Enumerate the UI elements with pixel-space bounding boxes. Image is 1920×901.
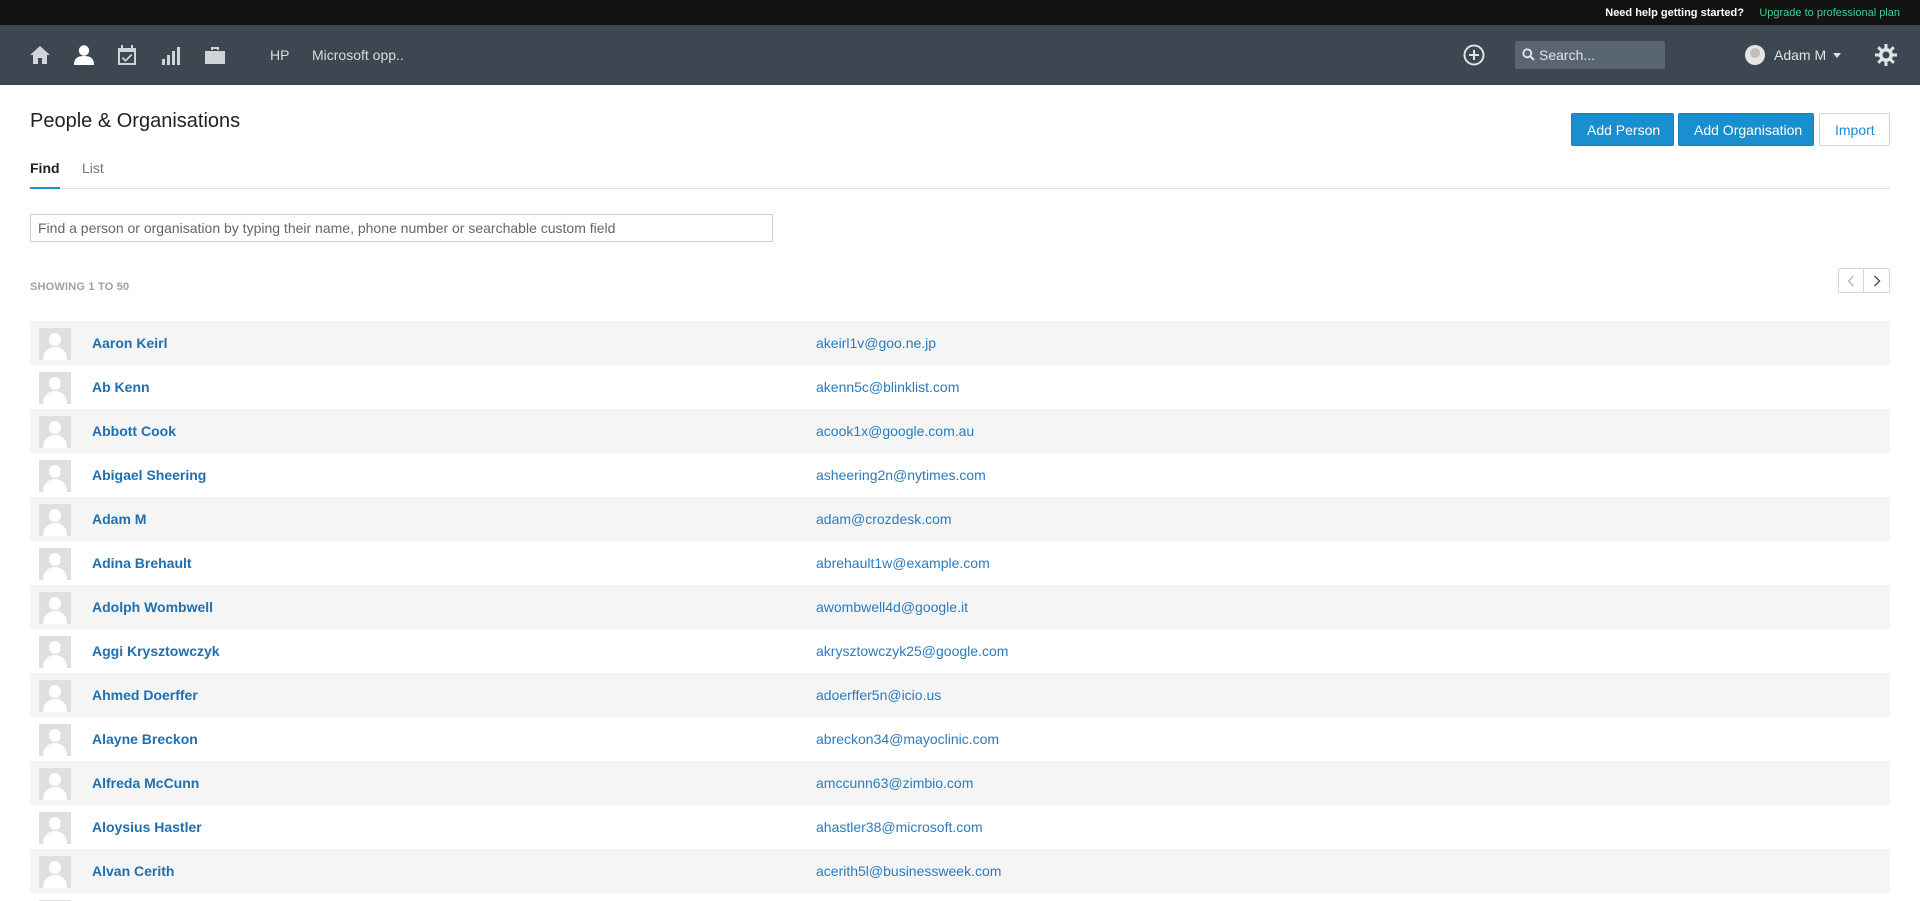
avatar — [1745, 45, 1765, 65]
list-item: Ab Kenn akenn5c@blinklist.com — [30, 365, 1890, 409]
person-email-link[interactable]: amccunn63@zimbio.com — [816, 775, 973, 791]
list-item: Aggi Krysztowczyk akrysztowczyk25@google… — [30, 629, 1890, 673]
help-text: Need help getting started? — [1605, 7, 1744, 19]
previous-page-button[interactable] — [1839, 269, 1865, 292]
person-email-link[interactable]: ahastler38@microsoft.com — [816, 819, 983, 835]
list-item: Ahmed Doerffer adoerffer5n@icio.us — [30, 673, 1890, 717]
chevron-left-icon — [1847, 274, 1855, 287]
main-navbar: HP Microsoft opp.. Adam M — [0, 25, 1920, 85]
gear-icon[interactable] — [1874, 43, 1898, 67]
results-count: SHOWING 1 TO 50 — [30, 281, 130, 293]
list-item: Aaron Keirl akeirl1v@goo.ne.jp — [30, 321, 1890, 365]
calendar-check-icon[interactable] — [115, 43, 139, 67]
find-input[interactable] — [30, 214, 773, 242]
person-name-link[interactable]: Ab Kenn — [92, 379, 150, 395]
search-icon — [1522, 48, 1535, 61]
person-name-link[interactable]: Aggi Krysztowczyk — [92, 643, 220, 659]
nav-link-microsoft-opp[interactable]: Microsoft opp.. — [312, 47, 404, 63]
person-avatar-icon — [39, 856, 71, 888]
person-name-link[interactable]: Alayne Breckon — [92, 731, 198, 747]
person-email-link[interactable]: akrysztowczyk25@google.com — [816, 643, 1008, 659]
list-item: Abigael Sheering asheering2n@nytimes.com — [30, 453, 1890, 497]
tab-bar: Find List — [30, 159, 1890, 189]
person-name-link[interactable]: Alfreda McCunn — [92, 775, 199, 791]
person-email-link[interactable]: asheering2n@nytimes.com — [816, 467, 986, 483]
people-list: Aaron Keirl akeirl1v@goo.ne.jp Ab Kenn a… — [30, 321, 1890, 901]
person-email-link[interactable]: adam@crozdesk.com — [816, 511, 952, 527]
person-email-link[interactable]: acook1x@google.com.au — [816, 423, 974, 439]
list-item: Adina Brehault abrehault1w@example.com — [30, 541, 1890, 585]
upgrade-link[interactable]: Upgrade to professional plan — [1759, 7, 1900, 19]
add-organisation-button[interactable]: Add Organisation — [1678, 113, 1814, 146]
nav-link-hp[interactable]: HP — [270, 47, 289, 63]
next-page-button[interactable] — [1864, 269, 1889, 292]
top-strip: Need help getting started? Upgrade to pr… — [0, 0, 1920, 25]
bar-chart-icon[interactable] — [159, 43, 183, 67]
person-avatar-icon — [39, 812, 71, 844]
add-person-button[interactable]: Add Person — [1571, 113, 1674, 146]
search-input[interactable] — [1539, 41, 1661, 69]
briefcase-icon[interactable] — [203, 43, 227, 67]
person-name-link[interactable]: Adam M — [92, 511, 146, 527]
list-item: Alfreda McCunn amccunn63@zimbio.com — [30, 761, 1890, 805]
person-name-link[interactable]: Abigael Sheering — [92, 467, 206, 483]
list-item: Adolph Wombwell awombwell4d@google.it — [30, 585, 1890, 629]
person-avatar-icon — [39, 768, 71, 800]
person-email-link[interactable]: akeirl1v@goo.ne.jp — [816, 335, 936, 351]
person-avatar-icon — [39, 460, 71, 492]
person-email-link[interactable]: abrehault1w@example.com — [816, 555, 990, 571]
person-avatar-icon — [39, 416, 71, 448]
person-name-link[interactable]: Abbott Cook — [92, 423, 176, 439]
person-avatar-icon — [39, 592, 71, 624]
person-avatar-icon — [39, 328, 71, 360]
person-name-link[interactable]: Aaron Keirl — [92, 335, 167, 351]
person-icon[interactable] — [72, 43, 96, 67]
pagination — [1838, 268, 1890, 293]
person-email-link[interactable]: acerith5l@businessweek.com — [816, 863, 1001, 879]
list-item: Aloysius Hastler ahastler38@microsoft.co… — [30, 805, 1890, 849]
global-search[interactable] — [1515, 41, 1665, 69]
user-menu[interactable]: Adam M — [1745, 45, 1842, 65]
list-item — [30, 893, 1890, 901]
import-button[interactable]: Import — [1819, 113, 1890, 146]
page-title: People & Organisations — [30, 110, 241, 132]
person-name-link[interactable]: Adolph Wombwell — [92, 599, 213, 615]
list-item: Alayne Breckon abreckon34@mayoclinic.com — [30, 717, 1890, 761]
user-name: Adam M — [1774, 47, 1827, 63]
list-item: Abbott Cook acook1x@google.com.au — [30, 409, 1890, 453]
person-avatar-icon — [39, 504, 71, 536]
person-email-link[interactable]: akenn5c@blinklist.com — [816, 379, 959, 395]
tab-list[interactable]: List — [82, 160, 104, 187]
tab-find[interactable]: Find — [30, 160, 60, 189]
chevron-right-icon — [1873, 274, 1881, 287]
person-avatar-icon — [39, 372, 71, 404]
person-name-link[interactable]: Adina Brehault — [92, 555, 192, 571]
person-name-link[interactable]: Aloysius Hastler — [92, 819, 202, 835]
list-item: Alvan Cerith acerith5l@businessweek.com — [30, 849, 1890, 893]
person-avatar-icon — [39, 636, 71, 668]
chevron-down-icon — [1833, 53, 1842, 58]
person-name-link[interactable]: Ahmed Doerffer — [92, 687, 198, 703]
person-email-link[interactable]: abreckon34@mayoclinic.com — [816, 731, 999, 747]
list-item: Adam M adam@crozdesk.com — [30, 497, 1890, 541]
add-plus-icon[interactable] — [1463, 44, 1485, 66]
person-avatar-icon — [39, 724, 71, 756]
person-avatar-icon — [39, 680, 71, 712]
person-email-link[interactable]: adoerffer5n@icio.us — [816, 687, 941, 703]
person-email-link[interactable]: awombwell4d@google.it — [816, 599, 968, 615]
person-name-link[interactable]: Alvan Cerith — [92, 863, 174, 879]
home-icon[interactable] — [28, 43, 52, 67]
person-avatar-icon — [39, 548, 71, 580]
